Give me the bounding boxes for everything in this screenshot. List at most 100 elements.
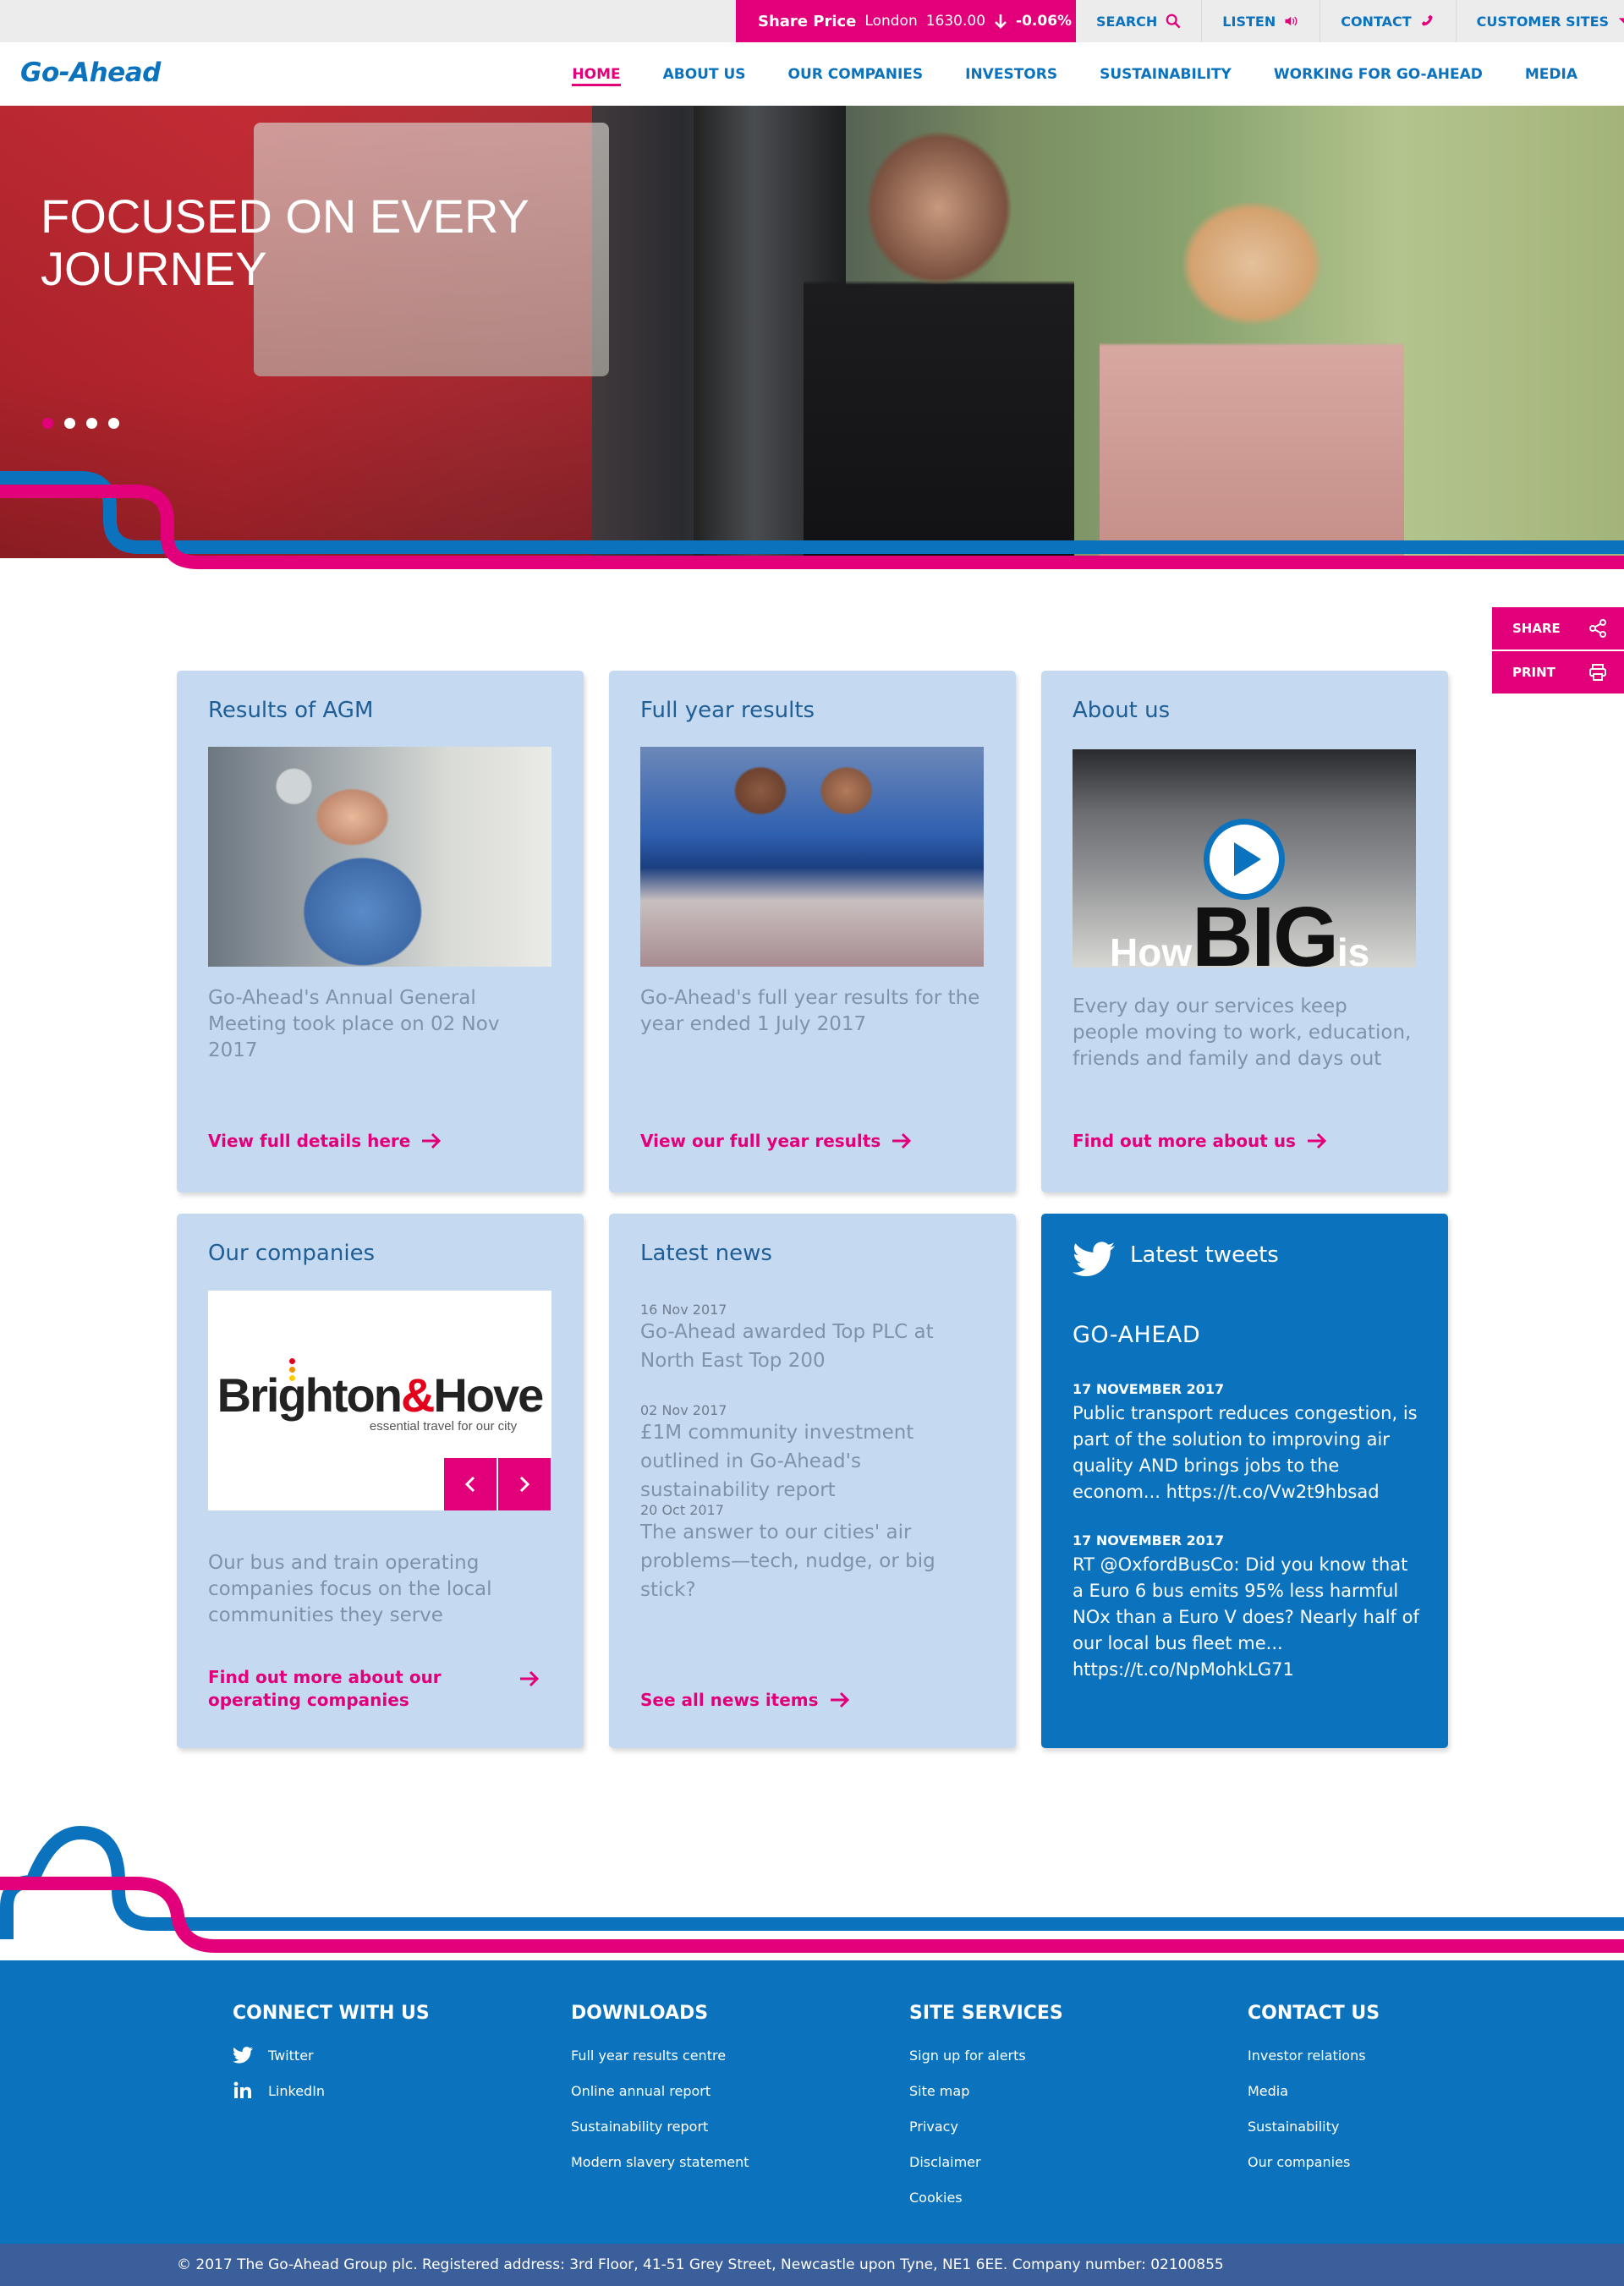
footer-link[interactable]: Online annual report (571, 2073, 892, 2108)
footer-link[interactable]: Media (1248, 2073, 1569, 2108)
footer-link-twitter[interactable]: Twitter (233, 2037, 554, 2073)
nav-investors[interactable]: INVESTORS (944, 42, 1078, 106)
all-news-link[interactable]: See all news items (640, 1690, 851, 1710)
carousel-next-button[interactable] (498, 1458, 551, 1510)
share-price-ticker[interactable]: Share Price London 1630.00 -0.06% (736, 0, 1076, 42)
footer-link[interactable]: Disclaimer (909, 2144, 1231, 2179)
share-price-exchange: London (864, 13, 918, 30)
copyright-text: © 2017 The Go-Ahead Group plc. Registere… (177, 2256, 1224, 2273)
video-text-how: How (1110, 930, 1193, 968)
share-price-change: -0.06% (1016, 13, 1073, 30)
customer-sites-dropdown[interactable]: CUSTOMER SITES (1455, 0, 1624, 42)
customer-sites-label: CUSTOMER SITES (1476, 13, 1610, 30)
footer-link[interactable]: Sign up for alerts (909, 2037, 1231, 2073)
contact-button[interactable]: CONTACT (1320, 0, 1455, 42)
arrow-down-icon (995, 14, 1007, 29)
hero-banner: FOCUSED ON EVERY JOURNEY (0, 106, 1624, 585)
twitter-icon (233, 2047, 253, 2064)
share-icon (1589, 619, 1606, 638)
slide-dot-4[interactable] (108, 418, 119, 429)
footer-link[interactable]: Cookies (909, 2179, 1231, 2215)
chevron-down-icon (1618, 18, 1624, 24)
slide-dot-2[interactable] (64, 418, 75, 429)
hero-swoosh-lines (0, 471, 1624, 585)
copyright-bar: © 2017 The Go-Ahead Group plc. Registere… (0, 2244, 1624, 2286)
footer-link-label: Twitter (268, 2047, 314, 2064)
about-us-link[interactable]: Find out more about us (1073, 1131, 1328, 1151)
footer-link[interactable]: Sustainability report (571, 2108, 892, 2144)
search-label: SEARCH (1096, 13, 1158, 30)
play-icon[interactable] (1204, 819, 1285, 900)
video-text-big: BIG (1192, 890, 1339, 968)
twitter-handle[interactable]: GO-AHEAD (1073, 1322, 1200, 1348)
search-icon (1166, 14, 1181, 29)
listen-button[interactable]: LISTEN (1201, 0, 1320, 42)
nav-home[interactable]: HOME (551, 42, 641, 106)
card-title: Results of AGM (208, 698, 374, 723)
card-agm-results: Results of AGM Go-Ahead's Annual General… (177, 671, 584, 1192)
video-title-overlay: HowBIGis (1110, 889, 1369, 968)
footer-link-label: LinkedIn (268, 2082, 326, 2099)
about-video-thumbnail[interactable]: HowBIGis (1073, 749, 1416, 968)
nav-working-for-go-ahead[interactable]: WORKING FOR GO-AHEAD (1253, 42, 1504, 106)
link-label: View our full year results (640, 1131, 881, 1151)
nav-our-companies[interactable]: OUR COMPANIES (767, 42, 945, 106)
footer-link[interactable]: Our companies (1248, 2144, 1569, 2179)
card-latest-news: Latest news 16 Nov 2017 Go-Ahead awarded… (609, 1214, 1016, 1748)
share-price-label: Share Price (758, 12, 857, 30)
listen-label: LISTEN (1222, 13, 1276, 30)
main-navigation: Go-Ahead HOME ABOUT US OUR COMPANIES INV… (0, 42, 1624, 106)
footer-link-linkedin[interactable]: LinkedIn (233, 2073, 554, 2108)
slide-dot-3[interactable] (86, 418, 97, 429)
footer-link[interactable]: Site map (909, 2073, 1231, 2108)
news-date: 02 Nov 2017 (640, 1402, 727, 1418)
card-text: Every day our services keep people movin… (1073, 995, 1412, 1070)
footer-link[interactable]: Sustainability (1248, 2108, 1569, 2144)
slide-dot-1[interactable] (42, 418, 53, 429)
footer-connect-column: CONNECT WITH US Twitter LinkedIn (233, 2003, 554, 2108)
footer-downloads-column: DOWNLOADS Full year results centre Onlin… (571, 2003, 892, 2179)
print-button[interactable]: PRINT (1492, 651, 1624, 693)
arrow-right-icon (892, 1132, 912, 1149)
card-title: Latest tweets (1130, 1242, 1279, 1268)
print-label: PRINT (1512, 665, 1555, 680)
tweet-item[interactable]: 17 NOVEMBER 2017 Public transport reduce… (1073, 1381, 1424, 1505)
full-year-results-link[interactable]: View our full year results (640, 1131, 913, 1151)
hero-title: FOCUSED ON EVERY JOURNEY (41, 189, 529, 295)
nav-sustainability[interactable]: SUSTAINABILITY (1078, 42, 1253, 106)
news-item[interactable]: 20 Oct 2017 The answer to our cities' ai… (640, 1502, 989, 1604)
news-item[interactable]: 16 Nov 2017 Go-Ahead awarded Top PLC at … (640, 1302, 989, 1375)
nav-media[interactable]: MEDIA (1504, 42, 1599, 106)
card-full-year-results: Full year results Go-Ahead's full year r… (609, 671, 1016, 1192)
operating-companies-link[interactable]: Find out more about our operating compan… (208, 1666, 546, 1712)
news-item[interactable]: 02 Nov 2017 £1M community investment out… (640, 1402, 989, 1505)
nav-about-us[interactable]: ABOUT US (642, 42, 767, 106)
brighton-hove-logo: Brighton&Hove (217, 1368, 545, 1422)
site-footer: CONNECT WITH US Twitter LinkedIn DOWNLOA… (0, 1960, 1624, 2244)
footer-link[interactable]: Investor relations (1248, 2037, 1569, 2073)
tweet-item[interactable]: 17 NOVEMBER 2017 RT @OxfordBusCo: Did yo… (1073, 1532, 1424, 1683)
footer-site-services-column: SITE SERVICES Sign up for alerts Site ma… (909, 2003, 1231, 2215)
tweet-text: Public transport reduces congestion, is … (1073, 1403, 1418, 1502)
page-tools: SHARE PRINT (1492, 607, 1624, 695)
arrow-right-icon (422, 1132, 442, 1149)
carousel-prev-button[interactable] (444, 1458, 497, 1510)
footer-link[interactable]: Privacy (909, 2108, 1231, 2144)
footer-heading: CONNECT WITH US (233, 2003, 430, 2024)
footer-link[interactable]: Full year results centre (571, 2037, 892, 2073)
go-ahead-logo[interactable]: Go-Ahead (20, 58, 161, 88)
speaker-icon (1285, 16, 1298, 26)
agm-details-link[interactable]: View full details here (208, 1131, 442, 1151)
hero-slide-dots (42, 418, 119, 429)
company-logo-carousel: Brighton&Hove essential travel for our c… (208, 1291, 551, 1510)
card-title: Our companies (208, 1241, 376, 1266)
card-about-us: About us HowBIGis Every day our services… (1041, 671, 1448, 1192)
search-button[interactable]: SEARCH (1076, 0, 1201, 42)
card-title: Full year results (640, 698, 815, 723)
agm-meeting-photo (208, 747, 551, 967)
footer-heading: DOWNLOADS (571, 2003, 709, 2024)
footer-link[interactable]: Modern slavery statement (571, 2144, 892, 2179)
full-year-handshake-photo (640, 747, 984, 967)
news-date: 20 Oct 2017 (640, 1502, 724, 1518)
share-button[interactable]: SHARE (1492, 607, 1624, 650)
